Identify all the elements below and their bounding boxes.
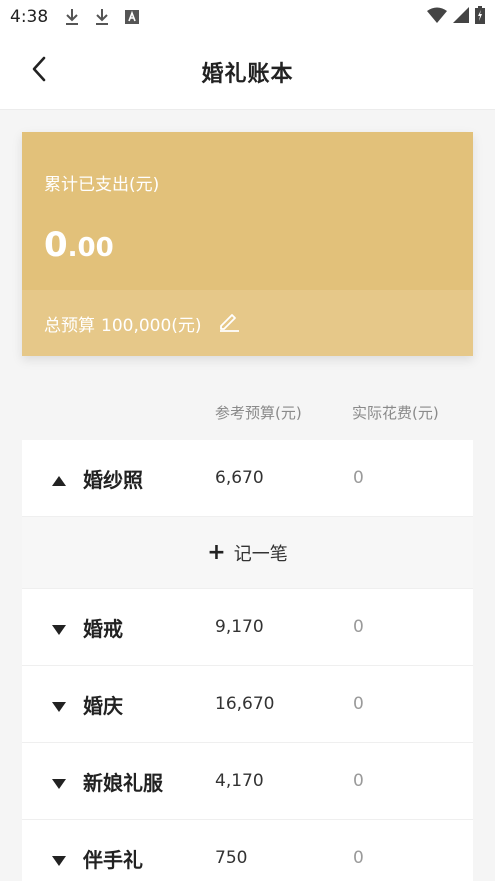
category-budget: 750 [215, 848, 248, 868]
add-record-button[interactable]: + 记一笔 [22, 517, 473, 589]
category-actual: 0 [353, 468, 364, 488]
category-name: 婚纱照 [83, 467, 143, 492]
caret-down-icon [52, 775, 66, 789]
category-budget: 16,670 [215, 694, 275, 714]
edit-budget-button[interactable] [216, 310, 242, 336]
category-actual: 0 [353, 617, 364, 637]
category-budget: 9,170 [215, 617, 264, 637]
status-bar: 4:38 [0, 0, 495, 34]
category-name: 伴手礼 [83, 847, 143, 872]
status-time: 4:38 [10, 7, 49, 27]
wifi-icon [427, 7, 447, 27]
battery-charging-icon [475, 6, 485, 28]
signal-icon [453, 7, 469, 27]
budget-value: 100,000(元) [101, 315, 202, 336]
reference-budget-header: 参考预算(元) [215, 404, 302, 422]
plus-icon: + [207, 539, 226, 565]
category-row-favors[interactable]: 伴手礼 750 0 [22, 820, 473, 881]
summary-spent-section: 累计已支出(元) 0.00 [22, 132, 473, 290]
text-a-icon [122, 7, 142, 27]
app-header: 婚礼账本 [0, 34, 495, 110]
category-budget: 6,670 [215, 468, 264, 488]
summary-card: 累计已支出(元) 0.00 总预算 100,000(元) [22, 132, 473, 356]
pencil-icon [218, 310, 240, 336]
category-list: 婚纱照 6,670 0 + 记一笔 婚戒 9,170 0 婚庆 16,670 0… [22, 440, 473, 881]
caret-up-icon [52, 472, 66, 486]
category-name: 婚戒 [83, 616, 123, 641]
category-budget: 4,170 [215, 771, 264, 791]
download-icon [62, 7, 82, 27]
download-icon [92, 7, 112, 27]
category-name: 婚庆 [83, 693, 123, 718]
spent-amount-integer: 0 [44, 225, 68, 265]
add-record-label: 记一笔 [233, 543, 288, 565]
spent-label: 累计已支出(元) [44, 175, 160, 195]
category-actual: 0 [353, 848, 364, 868]
caret-down-icon [52, 852, 66, 866]
back-button[interactable] [22, 54, 56, 88]
category-name: 新娘礼服 [83, 770, 163, 795]
category-row-bridal-gown[interactable]: 新娘礼服 4,170 0 [22, 743, 473, 820]
page-title: 婚礼账本 [201, 61, 294, 87]
status-right [427, 6, 485, 28]
category-actual: 0 [353, 694, 364, 714]
actual-spend-header: 实际花费(元) [352, 404, 439, 422]
spent-amount-decimal: .00 [67, 233, 114, 263]
chevron-left-icon [31, 56, 47, 86]
budget-label: 总预算 [44, 315, 95, 336]
caret-down-icon [52, 621, 66, 635]
column-headers: 参考预算(元) 实际花费(元) [0, 400, 495, 426]
caret-down-icon [52, 698, 66, 712]
spent-amount: 0.00 [44, 225, 451, 265]
budget-section: 总预算 100,000(元) [22, 290, 473, 356]
category-row-rings[interactable]: 婚戒 9,170 0 [22, 589, 473, 666]
category-actual: 0 [353, 771, 364, 791]
category-row-wedding-planning[interactable]: 婚庆 16,670 0 [22, 666, 473, 743]
category-row-wedding-photos[interactable]: 婚纱照 6,670 0 [22, 440, 473, 517]
